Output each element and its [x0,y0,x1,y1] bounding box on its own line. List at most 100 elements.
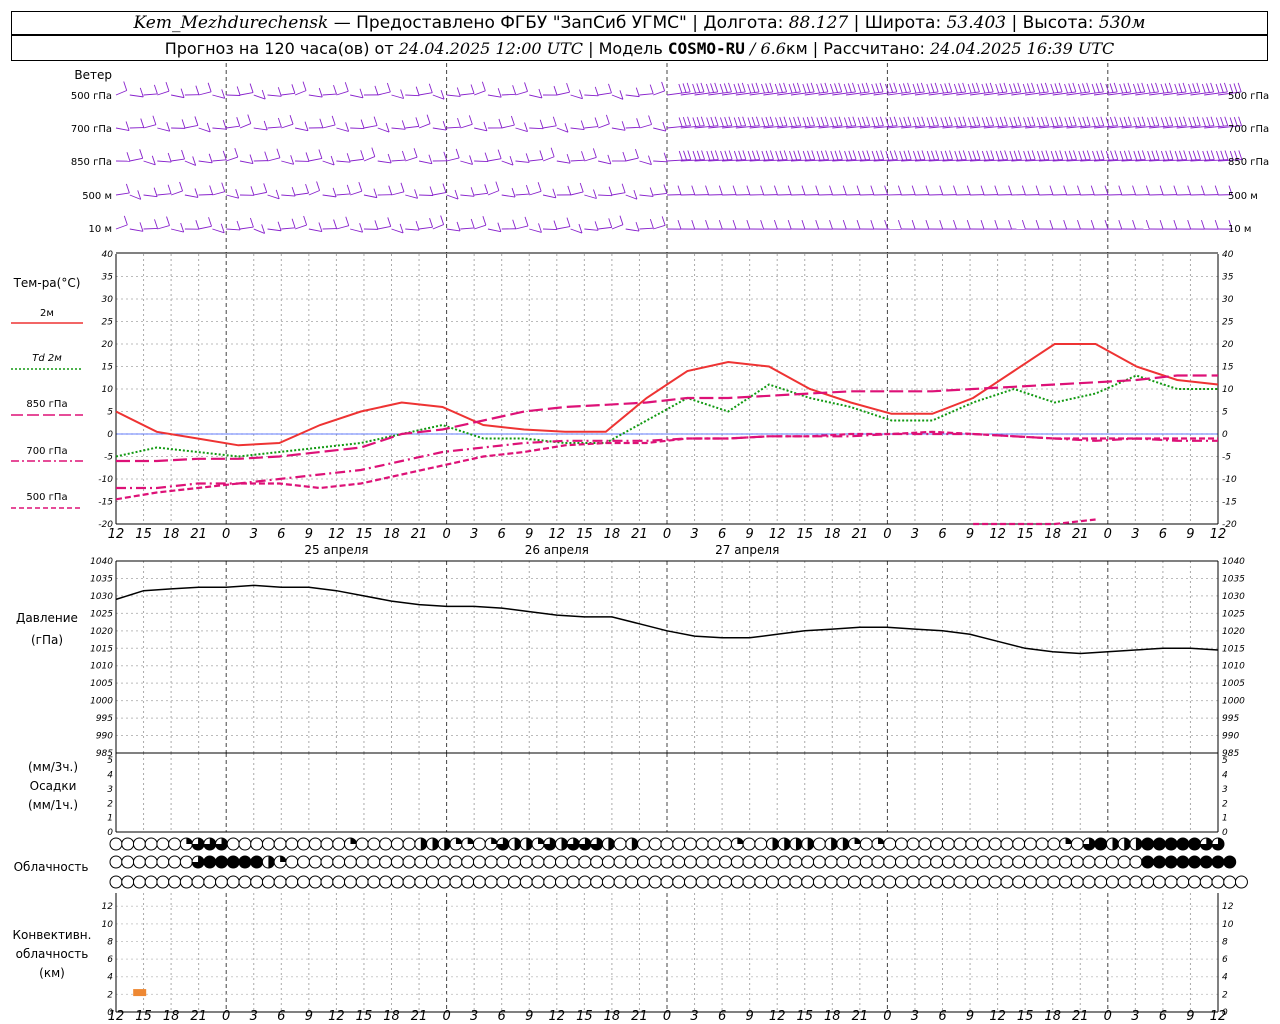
cloud-symbol [543,875,557,889]
precip-tick-label: 4 [1222,771,1228,781]
wind-barb-feather [815,219,820,230]
cloud-fill [1212,856,1224,868]
wind-barb-feather [907,82,912,93]
wind-barb-feather [634,148,639,159]
wind-barb-feather [940,83,944,94]
wind-barb-feather [539,119,544,129]
wind-barb-feather [1086,150,1091,160]
wind-barb-feather [593,189,597,199]
wind-barb-feather [622,151,627,162]
x-tick-label: 0 [222,527,230,542]
wind-barb-feather [930,116,935,127]
cloud-fill [203,856,216,868]
wind-barb [418,226,433,230]
wind-barb-feather [1150,83,1155,93]
wind-barb-feather [1192,150,1197,160]
wind-barb-feather [1182,82,1187,93]
wind-level-850: 850 гПа [71,157,112,168]
wind-barb-feather [1155,116,1160,126]
wind-barb-feather [747,117,752,127]
temp-tick-label: 25 [1222,318,1234,328]
wind-barb-feather [180,88,185,98]
wind-barb-feather [902,83,907,93]
cloud-symbol [707,855,721,869]
wind-barb [584,228,599,231]
cloud-symbol [1176,875,1190,889]
wind-barb [350,94,364,99]
wind-barb-feather [1137,83,1142,93]
wind-barb-feather [153,84,158,95]
wind-barb-feather [1109,116,1114,127]
wind-barb [115,127,130,131]
wind-barb-feather [429,186,434,196]
wind-barb [570,127,585,130]
pres-tick-label: 1005 [1222,679,1245,689]
wind-barb-feather [553,85,558,96]
cloud-symbol [297,855,311,869]
wind-barb-feather [834,150,839,160]
wind-barb-feather [525,184,530,195]
date-label: 27 апреля [715,543,779,557]
wind-barb-feather [1192,116,1197,127]
cloud-symbol [472,855,486,869]
wind-barb-feather [931,150,935,160]
x-tick-label: 3 [470,527,478,542]
wind-barb-feather [249,154,254,164]
wind-barb-feather [1173,219,1178,230]
cloud-symbol [472,837,486,851]
temp-tick-label: 5 [107,408,113,418]
wind-barb-feather [1215,83,1220,94]
cloud-symbol [1035,855,1049,869]
wind-barb-feather [761,83,765,94]
wind-barb-feather [1168,82,1173,93]
cloud-symbol [660,855,674,869]
wind-barb-feather [911,185,916,195]
precip-tick-label: 5 [1222,756,1228,766]
wind-barb-feather [1173,185,1178,195]
wind-barb-feather [829,219,833,230]
wind-barb-feather [1192,83,1197,93]
wind-barb-feather [333,219,338,229]
cloud-fill [772,838,779,850]
wind-barb-feather [619,215,624,225]
cloud-symbol [343,855,357,869]
wind-barb [653,90,665,96]
wind-level-850-right: 850 гПа [1228,157,1269,168]
cloud-symbol [1023,855,1037,869]
wind-barb-feather [787,185,792,195]
wind-barb-feather [1119,150,1124,161]
wind-barb-feather [1179,150,1183,160]
wind-barb-feather [1055,150,1059,160]
wind-barb [226,125,240,129]
pres-tick-label: 1020 [1222,627,1245,637]
wind-barb-feather [208,217,212,227]
wind-barb-feather [972,116,977,127]
x-tick-label: 6 [718,1009,726,1024]
wind-barb-feather [649,187,654,197]
cloud-symbol [777,875,791,889]
wind-barb-feather [1114,150,1119,160]
wind-barb-feather [1188,150,1193,161]
wind-barb-feather [710,116,715,127]
wind-barb-feather [793,150,798,160]
cloud-symbol [156,837,170,851]
wind-level-700: 700 гПа [71,124,112,135]
cloud-symbol [988,837,1002,851]
wind-barb-feather [830,117,835,127]
wind-barb [515,160,530,163]
wind-barb-feather [386,82,391,93]
wind-barb-feather [834,116,839,127]
wind-barb-feather [498,118,503,129]
x-tick-label: 15 [356,527,373,542]
wind-barb [350,190,362,196]
wind-barb-feather [1035,185,1040,195]
x-tick-label: 15 [1017,1009,1034,1024]
cloud-symbol [554,875,568,889]
cloud-symbol [812,855,826,869]
cloud-symbol [672,855,686,869]
temp-tick-label: 10 [1222,385,1234,395]
cloud-symbol [238,875,252,889]
wind-barb-feather [1201,185,1205,195]
precip-tick-label: 2 [1222,799,1228,809]
wind-barb-feather [829,83,834,94]
